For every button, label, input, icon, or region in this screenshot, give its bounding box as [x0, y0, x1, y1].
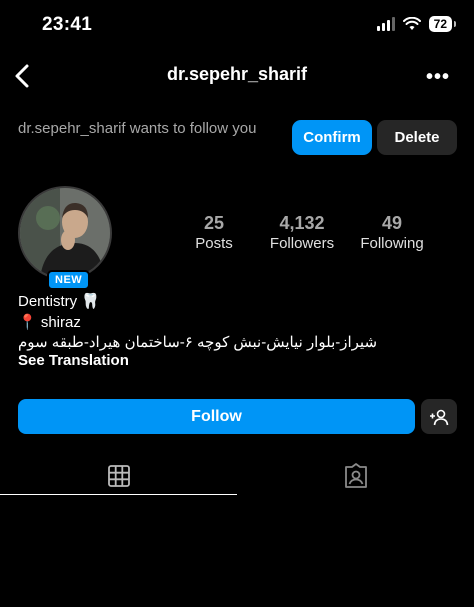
bio-location: 📍 shiraz: [18, 314, 81, 331]
following-count: 49: [381, 213, 403, 233]
battery-icon: 72: [428, 16, 457, 32]
bio-address: شیراز-بلوار نیایش-نبش کوچه ۶-ساختمان هیر…: [18, 334, 378, 351]
posts-count: 25: [203, 213, 225, 233]
profile-username-title: dr.sepehr_sharif: [166, 64, 308, 84]
posts-label: Posts: [195, 235, 233, 252]
followers-count: 4,132: [279, 213, 325, 233]
status-time: 23:41: [42, 14, 93, 35]
avatar[interactable]: [18, 186, 112, 280]
tab-tagged[interactable]: [237, 458, 474, 494]
see-translation-link[interactable]: See Translation: [18, 352, 129, 369]
follow-button[interactable]: Follow: [18, 399, 415, 434]
bio-category: Dentistry 🦷: [18, 293, 101, 310]
followers-stat[interactable]: 4,132 Followers: [262, 213, 342, 252]
confirm-button[interactable]: Confirm: [292, 120, 372, 155]
more-options-icon[interactable]: •••: [426, 66, 450, 89]
signal-icon: [376, 17, 395, 31]
new-badge: NEW: [47, 270, 91, 290]
tab-posts-grid[interactable]: [0, 458, 237, 494]
posts-stat[interactable]: 25 Posts: [188, 213, 240, 252]
grid-icon: [107, 465, 130, 487]
delete-button[interactable]: Delete: [377, 120, 457, 155]
following-stat[interactable]: 49 Following: [352, 213, 432, 252]
add-person-icon: [430, 409, 449, 425]
followers-label: Followers: [269, 235, 335, 252]
suggested-users-button[interactable]: [421, 399, 457, 434]
tagged-icon: [344, 463, 367, 488]
active-tab-indicator: [0, 494, 237, 495]
follow-request-text: dr.sepehr_sharif wants to follow you: [18, 120, 257, 137]
status-icons: 72: [376, 16, 457, 32]
wifi-icon: [402, 17, 421, 30]
following-label: Following: [360, 235, 424, 252]
